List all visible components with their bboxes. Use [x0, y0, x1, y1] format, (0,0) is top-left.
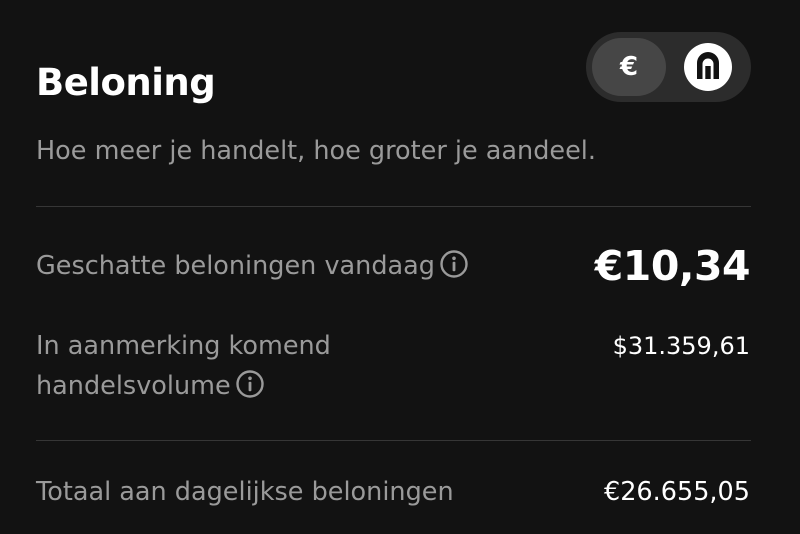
currency-toggle[interactable]: €: [586, 32, 751, 102]
estimated-rewards-value: €10,34: [594, 242, 751, 290]
currency-option-euro[interactable]: €: [592, 38, 666, 96]
currency-option-token[interactable]: [671, 38, 745, 96]
reward-card: Beloning € Hoe meer je handelt, hoe grot…: [0, 0, 800, 534]
reward-title: Beloning: [36, 61, 216, 104]
total-daily-rewards-value: €26.655,05: [603, 477, 750, 507]
info-icon[interactable]: [439, 249, 469, 279]
euro-icon: €: [619, 52, 639, 82]
divider-top: [36, 206, 751, 207]
reward-subtitle: Hoe meer je handelt, hoe groter je aande…: [36, 136, 596, 166]
divider-bottom: [36, 440, 751, 441]
token-logo-icon: [684, 43, 732, 91]
eligible-volume-label-line2: handelsvolume: [36, 371, 231, 401]
eligible-volume-label-line1: In aanmerking komend: [36, 331, 331, 361]
estimated-rewards-label: Geschatte beloningen vandaag: [36, 246, 469, 286]
eligible-volume-value: $31.359,61: [612, 332, 750, 360]
estimated-rewards-label-text: Geschatte beloningen vandaag: [36, 251, 435, 281]
total-daily-rewards-label: Totaal aan dagelijkse beloningen: [36, 477, 454, 507]
info-icon[interactable]: [235, 369, 265, 399]
eligible-volume-label: In aanmerking komend handelsvolume: [36, 326, 331, 406]
